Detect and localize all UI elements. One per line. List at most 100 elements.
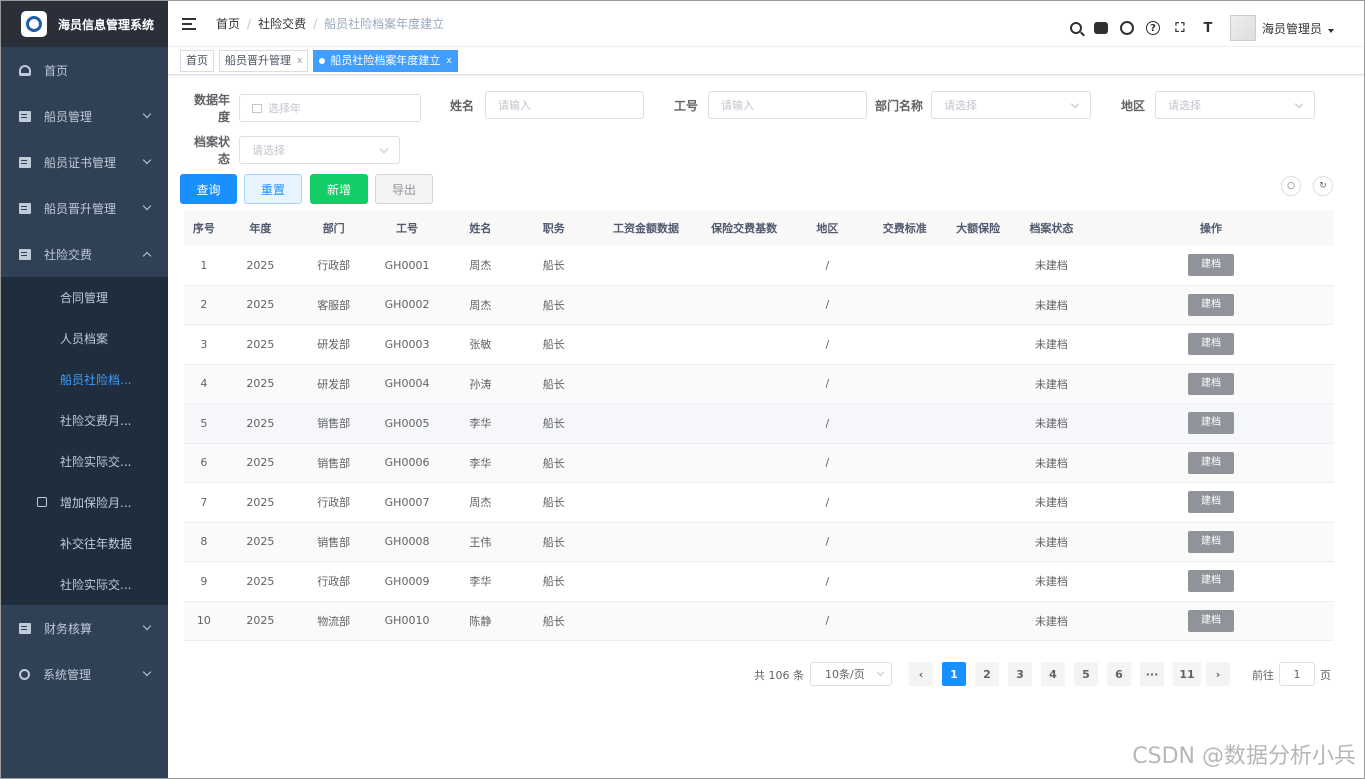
table-cell: 建档 [1088,570,1334,593]
tag-archive[interactable]: 船员社险档案年度建立 x [313,49,458,72]
table-cell: 2025 [246,495,275,509]
create-archive-button[interactable]: 建档 [1188,530,1235,553]
sidebar-item-crew[interactable]: 船员管理 [1,93,168,139]
table-cell: / [825,377,830,391]
query-button[interactable]: 查询 [180,174,237,204]
create-archive-button[interactable]: 建档 [1188,609,1235,632]
create-archive-button[interactable]: 建档 [1188,491,1235,514]
table-body: 1 2025 行政部 GH0001 周杰 船长 / 未建档 建档 2 2025 客服部 GH0002 周杰… [184,246,1334,641]
help-icon[interactable]: ? [1145,21,1160,35]
name-placeholder: 请输入 [498,99,531,112]
page-11[interactable]: 11 [1173,662,1201,686]
search-toggle-icon[interactable]: ○ [1281,176,1301,196]
sidebar-item-system[interactable]: 系统管理 [1,651,168,697]
table-row[interactable]: 3 2025 研发部 GH0003 张敏 船长 / 未建档 建档 [184,325,1334,365]
dept-placeholder: 请选择 [944,99,977,112]
region-select[interactable]: 请选择 [1155,91,1315,119]
goto-input[interactable]: 1 [1279,662,1315,686]
table-row[interactable]: 5 2025 销售部 GH0005 李华 船长 / 未建档 建档 [184,404,1334,444]
sidebar-item-home[interactable]: 首页 [1,47,168,93]
empno-input[interactable]: 请输入 [708,91,867,119]
fullscreen-icon[interactable]: ⛶ [1172,20,1188,36]
table-row[interactable]: 6 2025 销售部 GH0006 李华 船长 / 未建档 建档 [184,443,1334,483]
page-size-select[interactable]: 10条/页 [810,662,892,686]
table-cell: 王伟 [469,535,492,549]
hamburger-icon[interactable] [182,17,196,30]
table-cell: 船长 [542,614,565,628]
chevron-down-icon [876,668,885,677]
sidebar-subitem-add-insurance[interactable]: 增加保险月... [1,482,168,523]
chat-icon[interactable] [1093,22,1108,34]
sidebar-item-promotion[interactable]: 船员晋升管理 [1,185,168,231]
caret-down-icon[interactable] [1328,29,1334,33]
sidebar-subitem-personnel[interactable]: 人员档案 [1,318,168,359]
avatar[interactable] [1229,15,1256,41]
sidebar-subitem-actual-2[interactable]: 社险实际交... [1,564,168,605]
tag-promotion[interactable]: 船员晋升管理 x [219,49,309,72]
page-size-label: 10条/页 [825,668,865,681]
table-cell: 建档 [1088,372,1334,395]
page-5[interactable]: 5 [1074,662,1098,686]
column-header: 姓名 [469,222,492,235]
page-6[interactable]: 6 [1107,662,1131,686]
page-3[interactable]: 3 [1008,662,1032,686]
sidebar-subitem-monthly[interactable]: 社险交费月... [1,400,168,441]
table-row[interactable]: 2 2025 客服部 GH0002 周杰 船长 / 未建档 建档 [184,285,1334,325]
create-archive-button[interactable]: 建档 [1188,333,1235,356]
breadcrumb-home[interactable]: 首页 [216,15,240,32]
status-select[interactable]: 请选择 [239,136,400,164]
close-icon[interactable]: x [297,51,302,71]
add-button[interactable]: 新增 [310,174,368,204]
sidebar-subitem-backpay[interactable]: 补交往年数据 [1,523,168,564]
page-ellipsis[interactable]: ··· [1140,662,1164,686]
prev-page-button[interactable]: ‹ [909,662,933,686]
table-cell: 1 [200,258,208,272]
table-row[interactable]: 7 2025 行政部 GH0007 周杰 船长 / 未建档 建档 [184,483,1334,523]
sidebar-subitem-actual[interactable]: 社险实际交... [1,441,168,482]
create-archive-button[interactable]: 建档 [1188,570,1235,593]
search-icon[interactable] [1069,22,1082,34]
name-input[interactable]: 请输入 [485,91,644,119]
sidebar-item-label: 船员管理 [44,109,93,124]
table-header: 序号 年度 部门 工号 姓名 职务 工资金额数据 保险交费基数 地区 交费标准 大额保险 档案状态 操作 [184,210,1334,246]
page-4[interactable]: 4 [1041,662,1065,686]
table-cell: / [825,614,830,628]
refresh-icon[interactable]: ↻ [1313,176,1333,196]
table-cell: 行政部 [317,575,351,589]
table-row[interactable]: 9 2025 行政部 GH0009 李华 船长 / 未建档 建档 [184,562,1334,602]
user-name[interactable]: 海员管理员 [1262,20,1322,37]
breadcrumb-insurance[interactable]: 社险交费 [258,15,306,32]
sidebar-item-insurance[interactable]: 社险交费 [1,231,168,277]
table-cell: 张敏 [469,338,492,352]
font-size-icon[interactable]: T [1200,20,1216,36]
github-icon[interactable] [1119,21,1134,35]
table-row[interactable]: 1 2025 行政部 GH0001 周杰 船长 / 未建档 建档 [184,246,1334,286]
table-row[interactable]: 8 2025 销售部 GH0008 王伟 船长 / 未建档 建档 [184,522,1334,562]
create-archive-button[interactable]: 建档 [1188,254,1235,277]
table-row[interactable]: 4 2025 研发部 GH0004 孙涛 船长 / 未建档 建档 [184,364,1334,404]
create-archive-button[interactable]: 建档 [1188,451,1235,474]
sidebar-subitem-contract[interactable]: 合同管理 [1,277,168,318]
close-icon[interactable]: x [446,51,451,71]
sidebar-item-certificates[interactable]: 船员证书管理 [1,139,168,185]
column-header: 保险交费基数 [711,222,778,235]
page-1[interactable]: 1 [942,662,966,686]
year-picker[interactable]: 选择年 [239,94,421,122]
dept-select[interactable]: 请选择 [931,91,1091,119]
create-archive-button[interactable]: 建档 [1188,412,1235,435]
page-2[interactable]: 2 [975,662,999,686]
reset-button[interactable]: 重置 [244,174,302,204]
logo[interactable]: 海员信息管理系统 [1,1,168,47]
sidebar-subitem-archive[interactable]: 船员社险档... [1,359,168,400]
table-cell: 未建档 [1034,417,1068,431]
table-row[interactable]: 10 2025 物流部 GH0010 陈静 船长 / 未建档 建档 [184,601,1334,641]
export-button[interactable]: 导出 [375,174,433,204]
table-cell: GH0006 [384,456,430,470]
document-icon [19,248,31,260]
table-cell: 2025 [246,337,275,351]
sidebar-item-finance[interactable]: 财务核算 [1,605,168,651]
next-page-button[interactable]: › [1206,662,1230,686]
create-archive-button[interactable]: 建档 [1188,372,1235,395]
tag-home[interactable]: 首页 [180,49,214,72]
create-archive-button[interactable]: 建档 [1188,293,1235,316]
